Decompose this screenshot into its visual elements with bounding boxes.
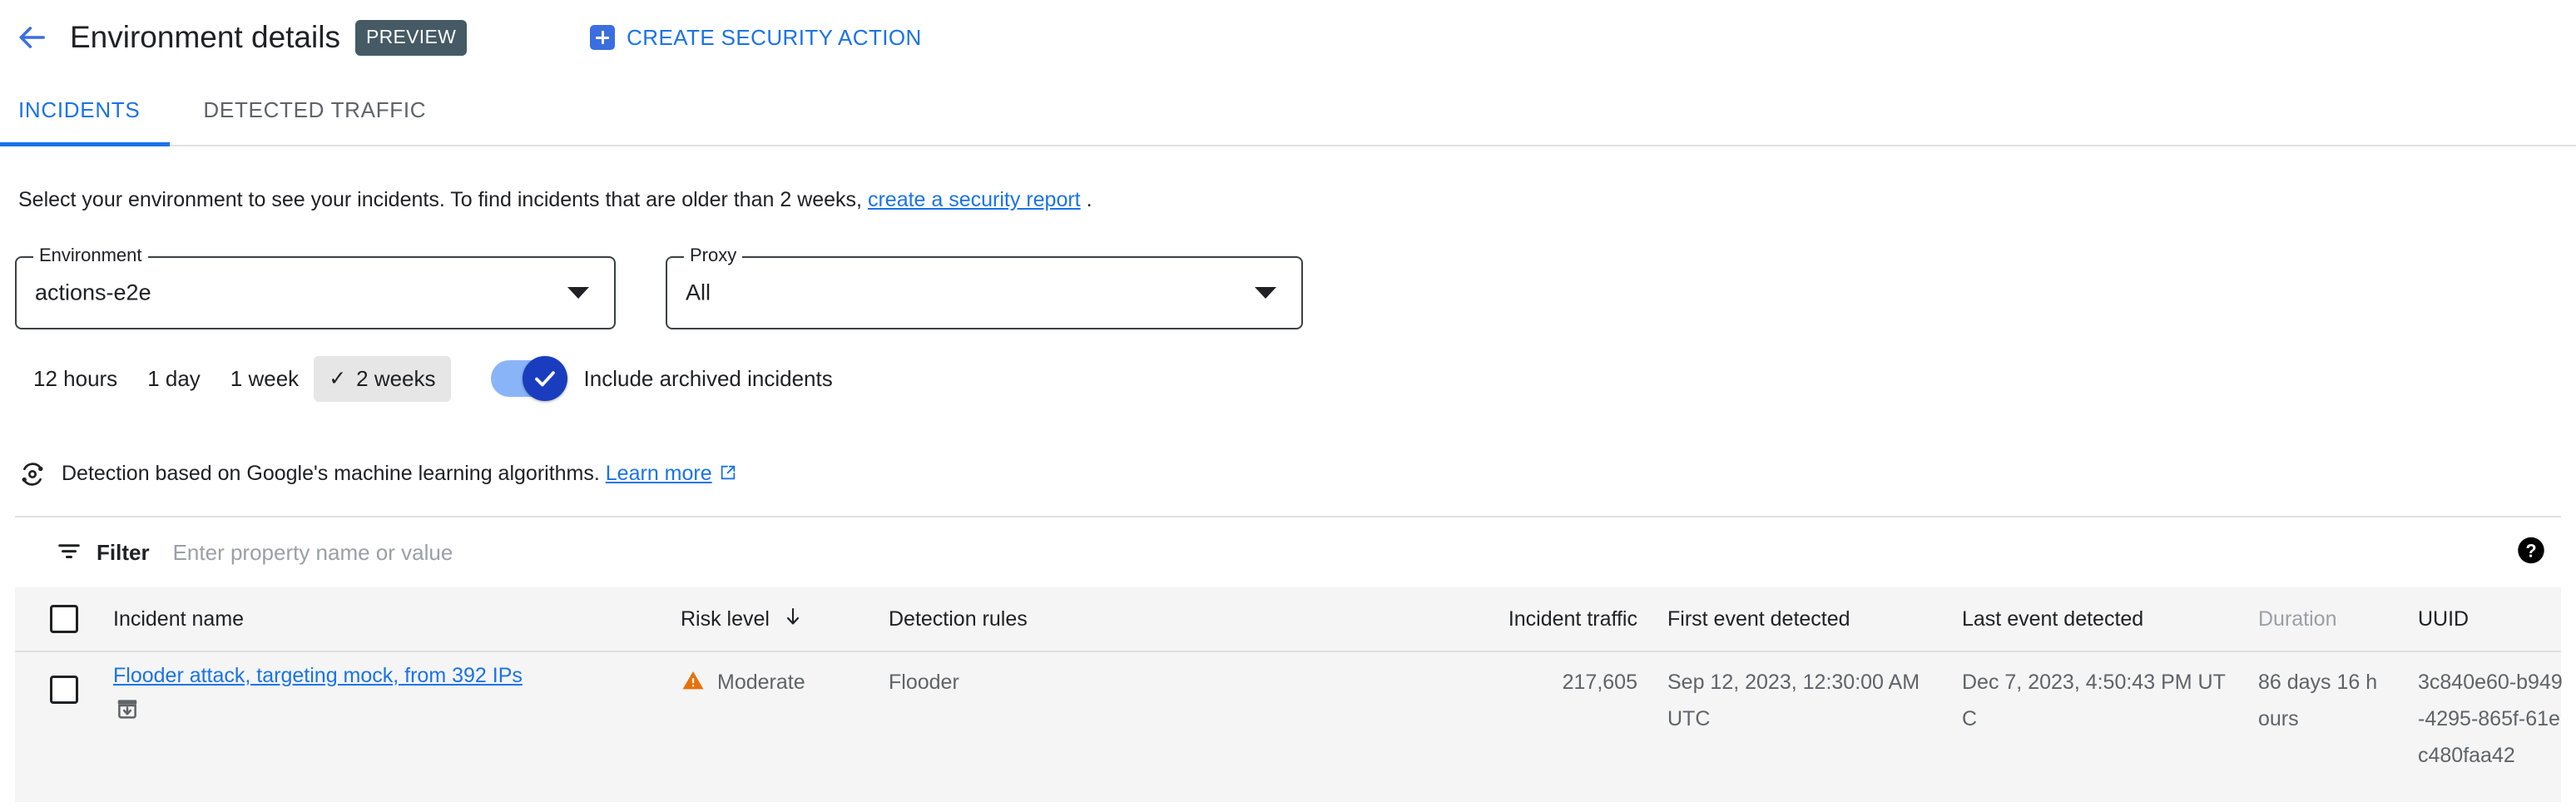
proxy-select-value: All bbox=[686, 280, 711, 306]
ml-detection-text: Detection based on Google's machine lear… bbox=[62, 462, 737, 488]
svg-text:?: ? bbox=[2525, 540, 2536, 561]
range-chip-1-week-label: 1 week bbox=[230, 366, 299, 392]
filter-input[interactable] bbox=[173, 540, 1172, 566]
incident-traffic-value: 217,605 bbox=[1563, 671, 1637, 694]
ml-detection-icon bbox=[18, 460, 47, 488]
cell-incident-traffic: 217,605 bbox=[1431, 664, 1637, 701]
detection-rules-value: Flooder bbox=[889, 671, 959, 694]
top-app-bar: Environment details PREVIEW CREATE SECUR… bbox=[0, 0, 2576, 75]
column-header-incident-name[interactable]: Incident name bbox=[113, 607, 681, 631]
range-chip-2-weeks[interactable]: ✓ 2 weeks bbox=[314, 356, 450, 402]
column-header-last-event-detected[interactable]: Last event detected bbox=[1954, 607, 2258, 631]
intro-text-after: . bbox=[1087, 188, 1092, 211]
cell-first-event-detected: Sep 12, 2023, 12:30:00 AM UTC bbox=[1637, 664, 1954, 737]
select-all-checkbox[interactable] bbox=[50, 605, 78, 633]
row-select-cell bbox=[15, 664, 113, 704]
filter-bar: Filter ? bbox=[15, 516, 2561, 587]
create-security-action-button[interactable]: CREATE SECURITY ACTION bbox=[590, 25, 922, 51]
ml-detection-note: Detection based on Google's machine lear… bbox=[18, 453, 737, 495]
ml-detection-sentence: Detection based on Google's machine lear… bbox=[62, 462, 600, 485]
learn-more-link[interactable]: Learn more bbox=[606, 462, 712, 485]
sort-descending-icon bbox=[783, 606, 803, 633]
risk-level-value: Moderate bbox=[717, 664, 805, 701]
create-security-report-link[interactable]: create a security report bbox=[868, 188, 1081, 211]
first-event-detected-value: Sep 12, 2023, 12:30:00 AM UTC bbox=[1667, 671, 1920, 730]
filter-label: Filter bbox=[97, 540, 150, 566]
column-header-duration[interactable]: Duration bbox=[2258, 607, 2418, 631]
proxy-select[interactable]: Proxy All bbox=[666, 256, 1303, 329]
select-all-cell bbox=[15, 605, 113, 633]
environment-select[interactable]: Environment actions-e2e bbox=[15, 256, 616, 329]
row-checkbox[interactable] bbox=[50, 676, 78, 704]
incidents-table: Incident name Risk level Detection rules bbox=[15, 587, 2561, 802]
proxy-select-label: Proxy bbox=[684, 245, 742, 266]
duration-value: 86 days 16 hours bbox=[2258, 671, 2377, 730]
cell-incident-name: Flooder attack, targeting mock, from 392… bbox=[113, 664, 681, 725]
time-range-bar: 12 hours 1 day 1 week ✓ 2 weeks Include … bbox=[0, 349, 833, 408]
check-icon: ✓ bbox=[329, 369, 346, 389]
table-header-row: Incident name Risk level Detection rules bbox=[15, 587, 2561, 652]
environment-details-page: Environment details PREVIEW CREATE SECUR… bbox=[0, 0, 2576, 807]
range-chip-12-hours-label: 12 hours bbox=[33, 366, 117, 392]
open-in-new-icon bbox=[719, 463, 737, 488]
archive-down-icon[interactable] bbox=[115, 696, 681, 725]
create-security-action-label: CREATE SECURITY ACTION bbox=[627, 25, 922, 51]
column-header-incident-traffic[interactable]: Incident traffic bbox=[1431, 607, 1637, 631]
tab-detected-traffic[interactable]: DETECTED TRAFFIC bbox=[170, 75, 459, 145]
last-event-detected-value: Dec 7, 2023, 4:50:43 PM UTC bbox=[1962, 671, 2226, 730]
environment-select-label: Environment bbox=[33, 245, 148, 266]
chevron-down-icon bbox=[567, 287, 589, 299]
uuid-value: 3c840e60-b949-4295-865f-61ec480faa42 bbox=[2418, 671, 2563, 767]
incident-name-link[interactable]: Flooder attack, targeting mock, from 392… bbox=[113, 664, 523, 688]
tab-incidents-label: INCIDENTS bbox=[18, 97, 140, 123]
intro-text-before: Select your environment to see your inci… bbox=[18, 188, 862, 211]
tab-bar: INCIDENTS DETECTED TRAFFIC bbox=[0, 75, 2576, 146]
column-header-detection-rules[interactable]: Detection rules bbox=[889, 607, 1431, 631]
environment-select-value: actions-e2e bbox=[35, 280, 151, 306]
tab-detected-traffic-label: DETECTED TRAFFIC bbox=[203, 97, 426, 123]
plus-box-icon bbox=[590, 25, 615, 50]
tab-incidents[interactable]: INCIDENTS bbox=[0, 75, 170, 145]
warning-triangle-icon bbox=[681, 668, 717, 697]
arrow-left-icon bbox=[16, 22, 47, 53]
back-button[interactable] bbox=[8, 14, 55, 61]
cell-uuid: 3c840e60-b949-4295-865f-61ec480faa42 bbox=[2418, 664, 2568, 774]
toggle-track bbox=[491, 360, 562, 397]
range-chip-12-hours[interactable]: 12 hours bbox=[18, 356, 132, 402]
column-header-first-event-detected[interactable]: First event detected bbox=[1637, 607, 1954, 631]
intro-text: Select your environment to see your inci… bbox=[18, 188, 1092, 212]
help-circle-icon[interactable]: ? bbox=[2516, 536, 2546, 570]
filter-icon[interactable] bbox=[57, 538, 82, 567]
include-archived-toggle-label: Include archived incidents bbox=[584, 366, 833, 392]
toggle-thumb bbox=[523, 356, 567, 401]
range-chip-2-weeks-label: 2 weeks bbox=[356, 366, 435, 392]
chevron-down-icon bbox=[1255, 287, 1276, 299]
cell-duration: 86 days 16 hours bbox=[2258, 664, 2418, 737]
range-chip-1-day[interactable]: 1 day bbox=[132, 356, 215, 402]
column-header-risk-level[interactable]: Risk level bbox=[681, 606, 889, 633]
preview-badge: PREVIEW bbox=[355, 20, 467, 56]
column-header-risk-level-label: Risk level bbox=[681, 607, 770, 631]
page-title: Environment details bbox=[70, 20, 340, 55]
table-row[interactable]: Flooder attack, targeting mock, from 392… bbox=[15, 652, 2561, 802]
cell-last-event-detected: Dec 7, 2023, 4:50:43 PM UTC bbox=[1954, 664, 2258, 737]
include-archived-toggle[interactable]: Include archived incidents bbox=[491, 360, 833, 397]
range-chip-1-day-label: 1 day bbox=[147, 366, 201, 392]
column-header-uuid[interactable]: UUID bbox=[2418, 607, 2568, 631]
cell-risk-level: Moderate bbox=[681, 664, 889, 701]
range-chip-1-week[interactable]: 1 week bbox=[215, 356, 314, 402]
cell-detection-rules: Flooder bbox=[889, 664, 1431, 701]
